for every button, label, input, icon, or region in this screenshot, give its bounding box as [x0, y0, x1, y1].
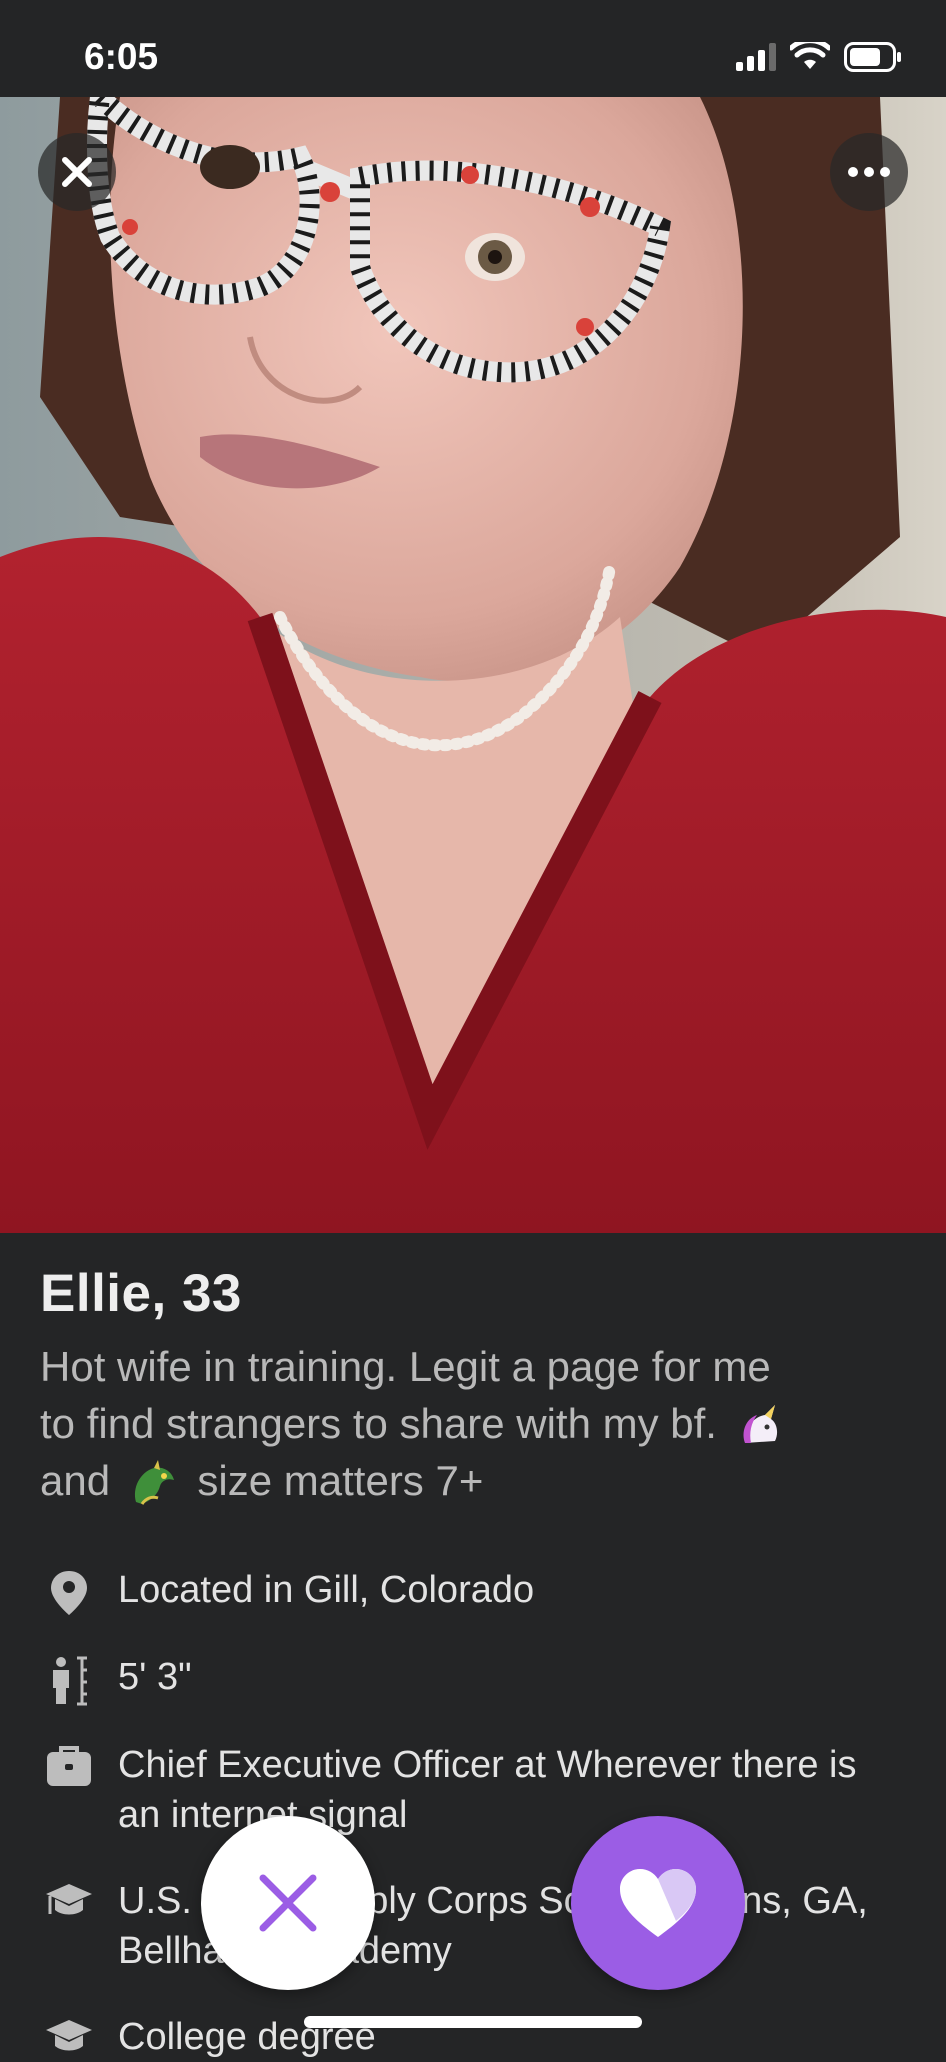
detail-job: Chief Executive Officer at Wherever ther…: [40, 1740, 910, 1840]
bio-line: Hot wife in training. Legit a page for m…: [40, 1343, 771, 1390]
status-time: 6:05: [84, 36, 159, 77]
bio-line-text: and: [40, 1457, 111, 1504]
close-profile-button[interactable]: [38, 133, 116, 211]
heart-icon: [620, 1869, 696, 1937]
battery-icon: [844, 42, 901, 72]
detail-job-text: Chief Executive Officer at Wherever ther…: [118, 1744, 857, 1836]
graduation-cap-icon: [46, 1884, 92, 1915]
bio-line-text: to find strangers to share with my bf.: [40, 1400, 717, 1447]
unicorn-emoji: [743, 1404, 777, 1443]
profile-bio: Hot wife in training. Legit a page for m…: [40, 1338, 900, 1510]
pass-button[interactable]: [201, 1816, 375, 1990]
profile-info: Ellie, 33 Hot wife in training. Legit a …: [40, 1233, 906, 1510]
status-icons: [736, 42, 902, 72]
cellular-signal-icon: [736, 43, 776, 71]
detail-education: U.S. Navy Supply Corps School Athens, GA…: [40, 1876, 910, 1976]
detail-location: Located in Gill, Colorado: [40, 1565, 910, 1617]
bio-line: and size matters 7+: [40, 1452, 900, 1510]
more-dots-icon: [848, 167, 890, 177]
wifi-icon: [790, 42, 830, 69]
detail-location-text: Located in Gill, Colorado: [118, 1569, 535, 1611]
bio-line-text: size matters 7+: [197, 1457, 484, 1504]
x-icon: [259, 1874, 317, 1932]
profile-photo[interactable]: [0, 97, 946, 1233]
home-indicator: [304, 2016, 642, 2028]
more-options-button[interactable]: [830, 133, 908, 211]
location-pin-icon: [51, 1571, 87, 1615]
briefcase-icon: [47, 1746, 91, 1786]
close-icon: [62, 157, 92, 187]
dragon-emoji: [134, 1459, 174, 1505]
profile-photo-illustration: [0, 97, 946, 1233]
detail-height-text: 5' 3": [118, 1656, 192, 1698]
bio-line: to find strangers to share with my bf.: [40, 1395, 900, 1452]
like-button[interactable]: [571, 1816, 745, 1990]
status-bar: 6:05: [0, 0, 946, 97]
graduation-cap-icon: [46, 2020, 92, 2051]
profile-name-age: Ellie, 33: [40, 1264, 242, 1323]
detail-height: 5' 3": [40, 1652, 910, 1706]
height-icon: [53, 1656, 87, 1706]
